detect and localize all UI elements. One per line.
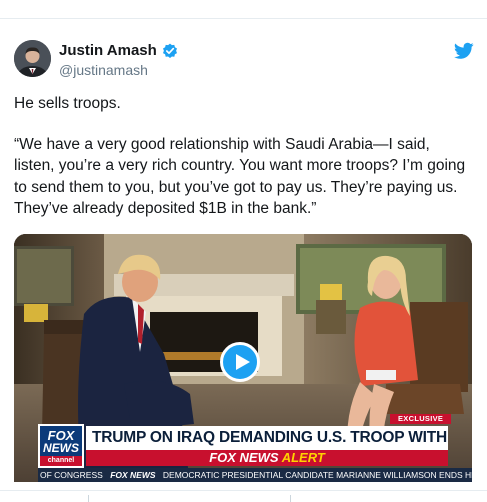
news-ticker: OF CONGRESS FOX NEWS DEMOCRATIC PRESIDEN…	[38, 468, 472, 482]
play-button[interactable]	[220, 342, 260, 382]
name-row: Justin Amash	[59, 42, 178, 59]
alert-bar: FOX NEWS ALERT	[86, 450, 448, 466]
logo-line-channel: channel	[40, 456, 82, 466]
author-name[interactable]: Justin Amash	[59, 42, 157, 59]
top-divider	[0, 18, 487, 19]
action-divider	[88, 495, 89, 502]
tweet-text: He sells troops. “We have a very good re…	[14, 93, 474, 220]
author-handle[interactable]: @justinamash	[59, 62, 148, 78]
exclusive-badge: EXCLUSIVE	[390, 414, 452, 424]
fox-news-logo: FOX NEWS channel	[38, 424, 84, 468]
alert-brand: FOX NEWS	[209, 450, 279, 465]
bottom-divider	[0, 490, 487, 491]
action-divider	[290, 495, 291, 502]
avatar[interactable]	[14, 40, 51, 77]
ticker-right: DEMOCRATIC PRESIDENTIAL CANDIDATE MARIAN…	[162, 470, 472, 480]
logo-line-news: NEWS	[43, 441, 79, 455]
tweet-paragraph: “We have a very good relationship with S…	[14, 135, 466, 218]
chyron-headline: TRUMP ON IRAQ DEMANDING U.S. TROOP WITHD…	[86, 426, 448, 450]
ticker-left: OF CONGRESS	[40, 470, 103, 480]
avatar-image	[14, 40, 51, 77]
video-player[interactable]: EXCLUSIVE FOX NEWS channel TRUMP ON IRAQ…	[14, 234, 472, 482]
twitter-bird-icon[interactable]	[454, 42, 474, 60]
alert-word: ALERT	[281, 450, 325, 465]
tweet-header: Justin Amash @justinamash	[14, 40, 474, 80]
ticker-brand: FOX NEWS	[110, 470, 156, 480]
tweet-paragraph: He sells troops.	[14, 95, 121, 112]
verified-badge-icon	[162, 43, 177, 58]
